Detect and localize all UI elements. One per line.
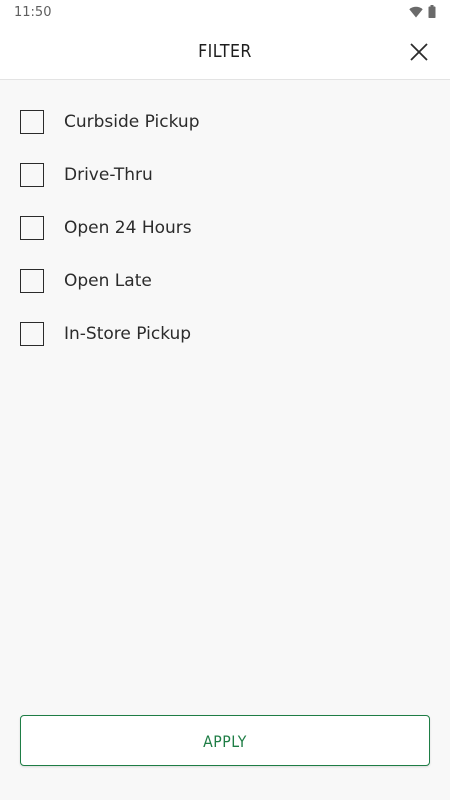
status-bar: 11:50 bbox=[0, 0, 450, 24]
status-time: 11:50 bbox=[14, 5, 52, 20]
filter-label: In-Store Pickup bbox=[64, 324, 192, 344]
checkbox[interactable] bbox=[20, 110, 44, 134]
close-icon bbox=[410, 43, 428, 61]
checkbox[interactable] bbox=[20, 216, 44, 240]
filter-label: Drive-Thru bbox=[64, 165, 153, 185]
checkbox[interactable] bbox=[20, 163, 44, 187]
status-icons bbox=[409, 5, 436, 23]
filter-item-open-late[interactable]: Open Late bbox=[0, 254, 450, 307]
filter-item-drive-thru[interactable]: Drive-Thru bbox=[0, 148, 450, 201]
filter-label: Curbside Pickup bbox=[64, 112, 200, 132]
checkbox[interactable] bbox=[20, 269, 44, 293]
wifi-icon bbox=[409, 5, 423, 23]
filter-item-in-store-pickup[interactable]: In-Store Pickup bbox=[0, 307, 450, 360]
filter-list: Curbside Pickup Drive-Thru Open 24 Hours… bbox=[0, 95, 450, 360]
filter-screen: 11:50 FILTER Curbside Pickup Drive-Thru … bbox=[0, 0, 450, 800]
filter-label: Open 24 Hours bbox=[64, 218, 192, 238]
app-bar: FILTER bbox=[0, 24, 450, 80]
apply-button-label: APPLY bbox=[203, 732, 247, 751]
checkbox[interactable] bbox=[20, 322, 44, 346]
battery-icon bbox=[428, 5, 436, 23]
apply-button[interactable]: APPLY bbox=[20, 715, 430, 766]
filter-item-curbside-pickup[interactable]: Curbside Pickup bbox=[0, 95, 450, 148]
close-button[interactable] bbox=[406, 39, 432, 65]
filter-label: Open Late bbox=[64, 271, 152, 291]
page-title: FILTER bbox=[198, 41, 252, 62]
filter-item-open-24-hours[interactable]: Open 24 Hours bbox=[0, 201, 450, 254]
